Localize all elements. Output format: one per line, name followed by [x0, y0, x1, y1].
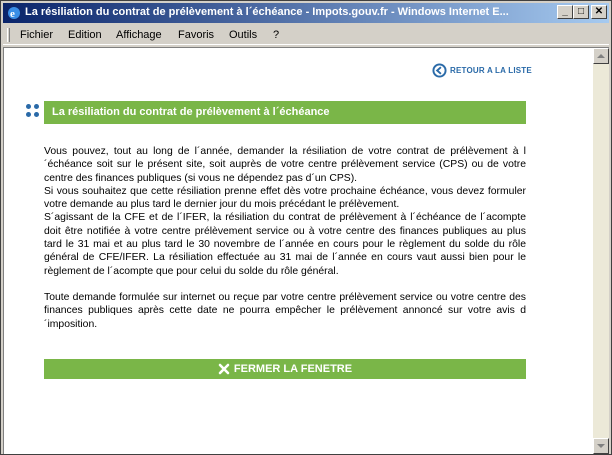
back-arrow-icon [432, 62, 447, 78]
section-header: La résiliation du contrat de prélèvement… [44, 101, 526, 124]
menu-fichier[interactable]: Fichier [20, 29, 53, 41]
body-text: Vous pouvez, tout au long de l´année, de… [44, 145, 526, 331]
back-to-list-label: RETOUR A LA LISTE [450, 65, 532, 75]
close-window-page-button[interactable]: FERMER LA FENETRE [44, 359, 526, 379]
menu-favoris[interactable]: Favoris [178, 29, 214, 41]
maximize-button[interactable]: □ [573, 5, 589, 19]
back-to-list-link[interactable]: RETOUR A LA LISTE [432, 62, 532, 78]
internet-explorer-icon: e [8, 7, 20, 20]
vertical-scrollbar[interactable] [593, 48, 609, 454]
minimize-button[interactable]: _ [557, 5, 573, 19]
window-title: La résiliation du contrat de prélèvement… [25, 6, 509, 18]
paragraph-1: Vous pouvez, tout au long de l´année, de… [44, 146, 526, 184]
menu-bar: Fichier Edition Affichage Favoris Outils… [3, 25, 609, 45]
paragraph-2: Si vous souhaitez que cette résiliation … [44, 185, 526, 211]
scroll-down-button[interactable] [593, 438, 609, 454]
close-window-label: FERMER LA FENETRE [233, 363, 353, 375]
menu-affichage[interactable]: Affichage [116, 29, 162, 41]
page-content: RETOUR A LA LISTE La résiliation du cont… [4, 48, 593, 454]
title-bar[interactable]: e La résiliation du contrat de prélèveme… [3, 3, 609, 23]
menu-outils[interactable]: Outils [229, 29, 257, 41]
paragraph-3: S´agissant de la CFE et de l´IFER, la ré… [44, 212, 526, 277]
down-arrow-icon [597, 444, 605, 448]
menu-edition[interactable]: Edition [68, 29, 102, 41]
close-window-button[interactable]: ✕ [591, 5, 607, 19]
page-title: La résiliation du contrat de prélèvement… [52, 106, 330, 118]
scroll-up-button[interactable] [593, 48, 609, 64]
up-arrow-icon [597, 54, 605, 58]
bullet-dots-icon [26, 104, 40, 118]
menu-grip [7, 28, 10, 42]
browser-window: e La résiliation du contrat de prélèveme… [0, 0, 612, 455]
close-x-icon [218, 363, 230, 375]
page-viewport: RETOUR A LA LISTE La résiliation du cont… [3, 47, 609, 454]
menu-help[interactable]: ? [273, 29, 279, 41]
svg-text:e: e [10, 8, 15, 20]
paragraph-4: Toute demande formulée sur internet ou r… [44, 291, 526, 330]
